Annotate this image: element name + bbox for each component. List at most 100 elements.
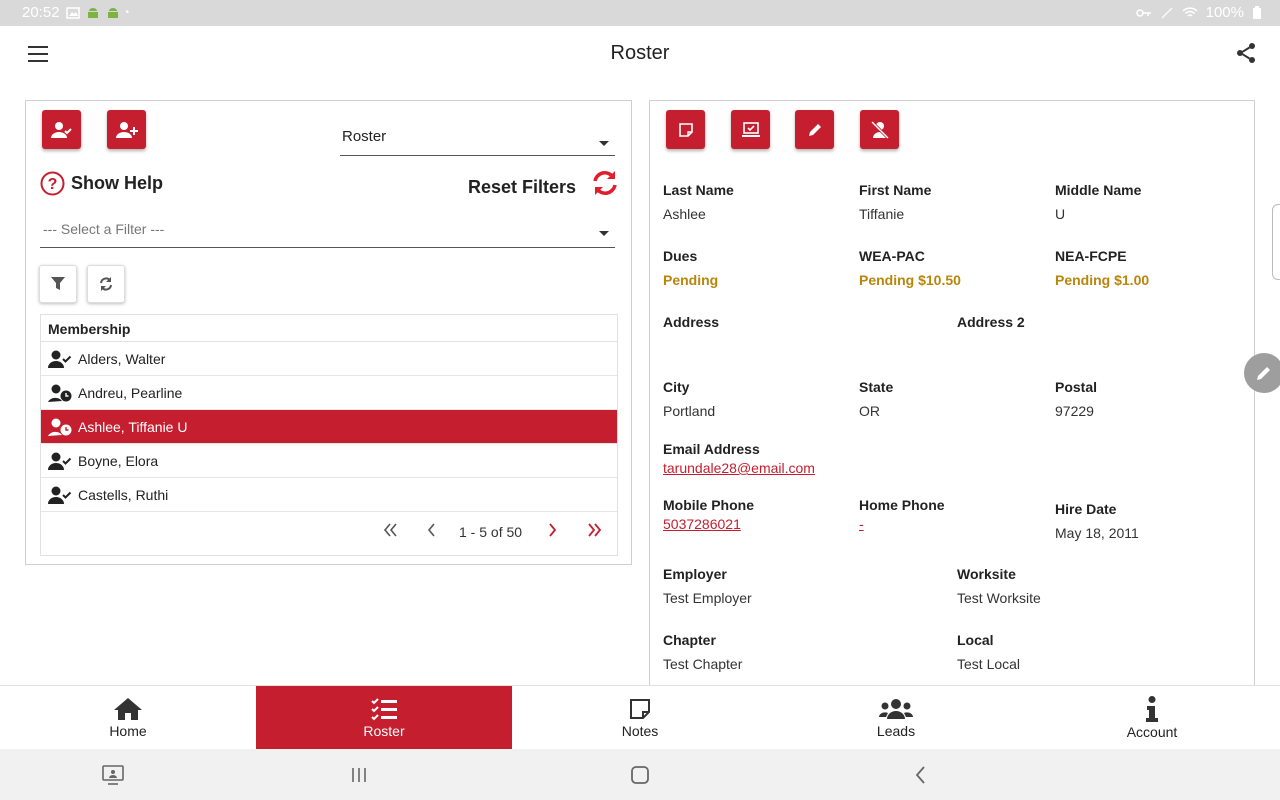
- row-name: Andreu, Pearline: [78, 384, 183, 401]
- email-field: Email Address tarundale28@email.com: [663, 441, 815, 476]
- dues-status: Pending: [663, 272, 719, 288]
- status-bar: 20:52 • 100%: [0, 0, 1280, 26]
- row-name: Boyne, Elora: [78, 452, 159, 469]
- nav-roster[interactable]: Roster: [256, 686, 512, 750]
- nea-fcpe-status: Pending $1.00: [1055, 272, 1150, 288]
- edit-button[interactable]: [795, 110, 834, 149]
- info-icon: [1146, 696, 1158, 722]
- share-icon[interactable]: [1234, 41, 1258, 65]
- remove-member-button[interactable]: [860, 110, 899, 149]
- first-name-field: First Name Tiffanie: [859, 182, 932, 222]
- user-check-icon: [48, 452, 72, 470]
- pencil-icon: [1257, 367, 1270, 380]
- nav-notes-label: Notes: [621, 723, 659, 739]
- last-page-icon[interactable]: [586, 521, 604, 539]
- filter-icon: [51, 277, 65, 290]
- add-lead-button[interactable]: [107, 110, 146, 149]
- table-row[interactable]: Alders, Walter: [41, 342, 617, 376]
- address2-field: Address 2: [957, 314, 1025, 330]
- notification-dot-icon: •: [125, 7, 130, 18]
- users-icon: [879, 699, 913, 719]
- chevron-down-icon: [599, 140, 609, 146]
- nav-home-label: Home: [109, 723, 147, 739]
- user-slash-icon: [870, 120, 889, 139]
- show-help-button[interactable]: ? Show Help: [40, 171, 163, 196]
- show-help-label: Show Help: [71, 173, 164, 193]
- hire-date-field: Hire Date May 18, 2011: [1055, 501, 1139, 541]
- state-field: State OR: [859, 379, 894, 419]
- mobile-phone-link[interactable]: 5037286021: [663, 516, 754, 532]
- first-page-icon[interactable]: [381, 521, 399, 539]
- member-detail-panel: Last Name Ashlee First Name Tiffanie Mid…: [649, 100, 1255, 690]
- user-check-icon: [48, 486, 72, 504]
- home-button-icon[interactable]: [628, 763, 652, 787]
- nav-account[interactable]: Account: [1024, 686, 1280, 750]
- table-row[interactable]: Andreu, Pearline: [41, 376, 617, 410]
- image-notification-icon: [65, 6, 80, 19]
- edge-panel-handle[interactable]: [1272, 204, 1280, 280]
- laptop-check-icon: [741, 121, 760, 137]
- user-clock-icon: [48, 418, 72, 436]
- table-row-selected[interactable]: Ashlee, Tiffanie U: [41, 410, 617, 444]
- table-row[interactable]: Boyne, Elora: [41, 444, 617, 478]
- previous-page-icon[interactable]: [423, 521, 441, 539]
- back-icon[interactable]: [909, 763, 933, 787]
- mobile-phone-field: Mobile Phone 5037286021: [663, 497, 754, 532]
- email-link[interactable]: tarundale28@email.com: [663, 460, 815, 476]
- status-time: 20:52: [22, 4, 60, 21]
- recents-screen-icon[interactable]: [101, 763, 125, 787]
- home-phone-link[interactable]: -: [859, 516, 945, 532]
- nav-notes[interactable]: Notes: [512, 686, 768, 750]
- nav-home[interactable]: Home: [0, 686, 256, 750]
- filter-button[interactable]: [39, 265, 77, 303]
- home-phone-field: Home Phone -: [859, 497, 945, 532]
- assign-button[interactable]: [731, 110, 770, 149]
- grid-header: Membership: [41, 315, 617, 342]
- members-button[interactable]: [42, 110, 81, 149]
- membership-grid: Membership Alders, Walter Andreu, Pearli…: [40, 314, 618, 556]
- pencil-icon: [808, 123, 821, 136]
- wifi-icon: [1182, 6, 1198, 17]
- android-notification-icon-2: [107, 7, 118, 18]
- nav-leads-label: Leads: [876, 723, 916, 739]
- chevron-down-icon: [599, 230, 609, 236]
- last-name-field: Last Name Ashlee: [663, 182, 734, 222]
- user-plus-icon: [115, 121, 138, 138]
- wea-pac-field: WEA-PAC Pending $10.50: [859, 248, 961, 288]
- row-name: Ashlee, Tiffanie U: [78, 418, 188, 435]
- local-field: Local Test Local: [957, 632, 1021, 672]
- note-icon: [678, 122, 693, 137]
- recent-apps-icon[interactable]: [347, 763, 371, 787]
- roster-list-panel: Roster ? Show Help Reset Filters --- Sel…: [25, 100, 632, 565]
- help-circle-icon: ?: [40, 171, 65, 196]
- refresh-icon: [100, 277, 112, 291]
- battery-icon: [1253, 5, 1261, 19]
- refresh-icon[interactable]: [591, 169, 619, 197]
- refresh-grid-button[interactable]: [87, 265, 125, 303]
- note-button[interactable]: [666, 110, 705, 149]
- row-name: Alders, Walter: [78, 350, 166, 367]
- system-navigation-bar: [0, 749, 1280, 800]
- postal-field: Postal 97229: [1055, 379, 1098, 419]
- bottom-navigation: Home Roster Notes Leads Account: [0, 685, 1280, 750]
- wea-pac-status: Pending $10.50: [859, 272, 961, 288]
- battery-percent: 100%: [1205, 4, 1244, 21]
- view-select-value: Roster: [342, 128, 387, 145]
- employer-field: Employer Test Employer: [663, 566, 752, 606]
- nav-leads[interactable]: Leads: [768, 686, 1024, 750]
- floating-edit-button[interactable]: [1244, 353, 1280, 393]
- view-select[interactable]: Roster: [340, 126, 615, 156]
- reset-filters-button[interactable]: Reset Filters: [468, 177, 576, 198]
- next-page-icon[interactable]: [543, 521, 561, 539]
- android-notification-icon: [87, 7, 98, 18]
- worksite-field: Worksite Test Worksite: [957, 566, 1041, 606]
- home-icon: [114, 698, 142, 720]
- filter-select[interactable]: --- Select a Filter ---: [40, 214, 615, 248]
- sticky-note-icon: [630, 699, 650, 719]
- chapter-field: Chapter Test Chapter: [663, 632, 743, 672]
- nav-account-label: Account: [1126, 724, 1178, 740]
- vpn-key-icon: [1135, 8, 1151, 17]
- grid-pager: 1 - 5 of 50: [41, 511, 617, 551]
- table-row[interactable]: Castells, Ruthi: [41, 478, 617, 512]
- nea-fcpe-field: NEA-FCPE Pending $1.00: [1055, 248, 1150, 288]
